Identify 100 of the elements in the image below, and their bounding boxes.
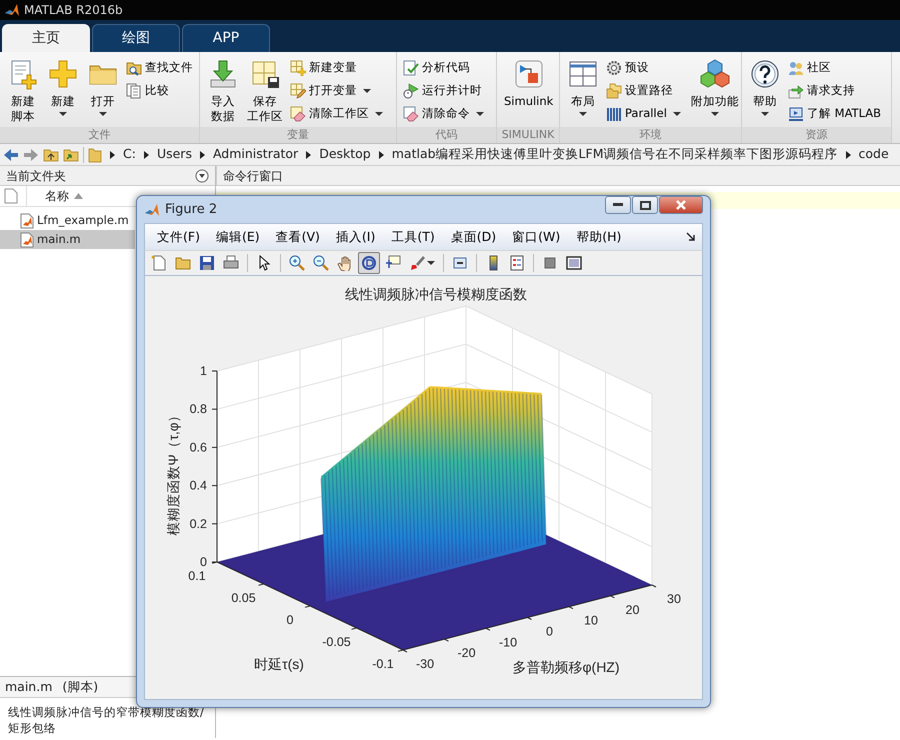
tick-label: 0 bbox=[286, 613, 294, 627]
monitor-icon bbox=[788, 106, 804, 122]
ribbon-button[interactable]: 帮助 bbox=[746, 56, 784, 127]
breadcrumb-arrow-icon[interactable] bbox=[200, 150, 205, 158]
ribbon-tab[interactable]: 主页 bbox=[2, 24, 90, 52]
menu-item[interactable]: 文件(F) bbox=[149, 226, 208, 248]
floppy-icon bbox=[199, 255, 215, 271]
menu-item[interactable]: 窗口(W) bbox=[504, 226, 568, 248]
dock-arrow-icon[interactable] bbox=[686, 232, 696, 242]
group-label: 变量 bbox=[200, 127, 396, 143]
ribbon-button[interactable]: 查找文件 bbox=[124, 56, 195, 79]
ribbon-button[interactable]: 附加功能 bbox=[688, 56, 742, 127]
file-row[interactable]: main.m bbox=[0, 230, 135, 249]
stopwatch-icon bbox=[403, 82, 419, 98]
tick-label: 0.05 bbox=[231, 591, 256, 605]
window-icon bbox=[566, 255, 582, 271]
ribbon-button[interactable]: Simulink bbox=[501, 56, 556, 127]
ribbon-button[interactable]: 分析代码 bbox=[401, 56, 489, 79]
ribbon-button[interactable]: 清除工作区 bbox=[288, 102, 388, 125]
menu-item[interactable]: 桌面(D) bbox=[442, 226, 504, 248]
menu-item[interactable]: 工具(T) bbox=[383, 226, 443, 248]
menu-item[interactable]: 查看(V) bbox=[268, 226, 328, 248]
printer-icon bbox=[223, 255, 239, 271]
ribbon-tab[interactable]: 绘图 bbox=[92, 24, 180, 52]
legend-icon bbox=[509, 255, 525, 271]
breadcrumb-arrow-icon[interactable] bbox=[110, 150, 115, 158]
ribbon-button[interactable]: 打开变量 bbox=[288, 79, 388, 102]
ribbon-button[interactable]: 新建 bbox=[44, 56, 82, 127]
breadcrumb-arrow-icon[interactable] bbox=[378, 150, 384, 158]
close-icon bbox=[675, 200, 687, 210]
ribbon-button[interactable]: 比较 bbox=[124, 79, 195, 102]
ribbon-button[interactable]: 保存 工作区 bbox=[244, 56, 286, 127]
tick-label: 0 bbox=[200, 555, 207, 569]
ribbon-button[interactable]: 打开 bbox=[84, 56, 122, 127]
file-row[interactable]: Lfm_example.m bbox=[0, 211, 135, 230]
ribbon-button[interactable]: 清除命令 bbox=[401, 102, 489, 125]
column-header[interactable]: 名称 bbox=[45, 187, 69, 205]
m-file-icon bbox=[20, 212, 34, 228]
tick-label: 30 bbox=[667, 592, 681, 606]
people-icon bbox=[788, 60, 804, 76]
ribbon-button[interactable]: 新建变量 bbox=[288, 56, 388, 79]
tick-label: 0.8 bbox=[190, 402, 207, 416]
group-label: 资源 bbox=[742, 127, 891, 143]
maximize-button[interactable] bbox=[632, 196, 658, 214]
logo-icon bbox=[144, 202, 160, 218]
axis-label: 时延τ(s) bbox=[254, 656, 304, 672]
breadcrumb-link[interactable]: Desktop bbox=[319, 145, 371, 164]
logo-icon bbox=[4, 2, 20, 18]
close-button[interactable] bbox=[659, 196, 703, 214]
tick-label: 20 bbox=[626, 602, 640, 617]
breadcrumb-link[interactable]: Administrator bbox=[212, 145, 298, 164]
back-icon[interactable] bbox=[3, 148, 19, 162]
folder-browse-icon[interactable] bbox=[63, 146, 79, 162]
maximize-icon bbox=[640, 200, 650, 210]
tick-label: 1 bbox=[200, 364, 207, 378]
new-file-icon bbox=[151, 255, 167, 271]
file-name: main.m bbox=[37, 230, 81, 248]
tick-label: -10 bbox=[498, 635, 518, 650]
tick-label: 0.4 bbox=[190, 478, 207, 493]
ribbon-button[interactable]: 请求支持 bbox=[786, 79, 884, 102]
details-file-name: main.m bbox=[5, 678, 52, 696]
ribbon-button[interactable]: Parallel bbox=[604, 102, 686, 125]
caret-icon bbox=[427, 261, 435, 265]
breadcrumb-arrow-icon[interactable] bbox=[306, 150, 312, 158]
m-file-icon bbox=[20, 232, 34, 248]
folder-up-icon[interactable] bbox=[43, 146, 59, 162]
square-icon bbox=[542, 255, 558, 271]
gear-icon bbox=[606, 60, 622, 76]
breadcrumb-link[interactable]: matlab编程采用快速傅里叶变换LFM调频信号在不同采样频率下图形源码程序 bbox=[392, 145, 838, 164]
breadcrumb-arrow-icon[interactable] bbox=[144, 150, 149, 158]
ribbon-tab[interactable]: APP bbox=[182, 24, 270, 52]
breadcrumb-link[interactable]: C: bbox=[123, 145, 136, 164]
menu-item[interactable]: 编辑(E) bbox=[208, 226, 268, 248]
ribbon-button[interactable]: 设置路径 bbox=[604, 79, 686, 102]
ribbon-button[interactable]: 布局 bbox=[564, 56, 602, 127]
dropdown-icon[interactable] bbox=[195, 168, 209, 182]
breadcrumb-arrow-icon[interactable] bbox=[846, 150, 850, 158]
document-icon bbox=[4, 188, 18, 204]
folder-icon bbox=[175, 255, 191, 271]
window-title: MATLAB R2016b bbox=[24, 2, 123, 19]
group-label: 环境 bbox=[560, 127, 741, 143]
folder-icon bbox=[88, 146, 102, 162]
window-title: Figure 2 bbox=[165, 200, 218, 219]
folders-icon bbox=[606, 82, 622, 98]
ribbon-button[interactable]: 导入 数据 bbox=[204, 56, 242, 127]
ribbon-button[interactable]: 运行并计时 bbox=[401, 79, 489, 102]
breadcrumb-link[interactable]: Users bbox=[156, 145, 192, 164]
zoom-in-icon bbox=[289, 255, 305, 271]
menu-item[interactable]: 帮助(H) bbox=[568, 226, 630, 248]
ribbon-button[interactable]: 预设 bbox=[604, 56, 686, 79]
arrow-icon bbox=[788, 82, 804, 98]
menu-item[interactable]: 插入(I) bbox=[328, 226, 384, 248]
ribbon-button[interactable]: 社区 bbox=[786, 56, 884, 79]
breadcrumb-link[interactable]: code bbox=[858, 145, 889, 164]
group-label: 代码 bbox=[397, 127, 496, 143]
ribbon-button[interactable]: 新建 脚本 bbox=[4, 56, 42, 127]
minimize-button[interactable] bbox=[605, 196, 631, 214]
ribbon-button[interactable]: 了解 MATLAB bbox=[786, 102, 884, 125]
plus-icon bbox=[47, 58, 79, 90]
details-file-type: (脚本) bbox=[62, 678, 98, 696]
